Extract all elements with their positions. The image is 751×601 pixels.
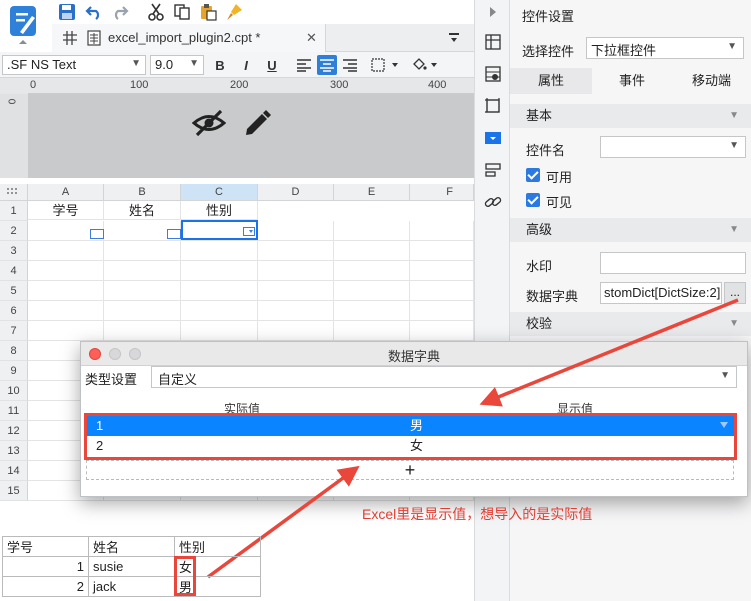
sample-excel-table: 学号 姓名 性别 1 susie 女 2 jack 男	[2, 536, 261, 597]
table-row: 学号 姓名 性别	[2, 536, 261, 557]
table-header: 性别	[174, 536, 261, 557]
table-header: 姓名	[88, 536, 175, 557]
arrow-dict-to-dialog	[479, 298, 739, 407]
table-cell: jack	[88, 576, 175, 597]
table-cell: susie	[88, 556, 175, 577]
annotation-highlight-box	[174, 556, 196, 596]
table-row: 2 jack 男	[2, 576, 261, 597]
table-header: 学号	[2, 536, 89, 557]
annotation-note: Excel里是显示值，想导入的是实际值	[362, 506, 593, 522]
table-cell: 1	[2, 556, 89, 577]
table-row: 1 susie 女	[2, 556, 261, 577]
table-cell: 2	[2, 576, 89, 597]
